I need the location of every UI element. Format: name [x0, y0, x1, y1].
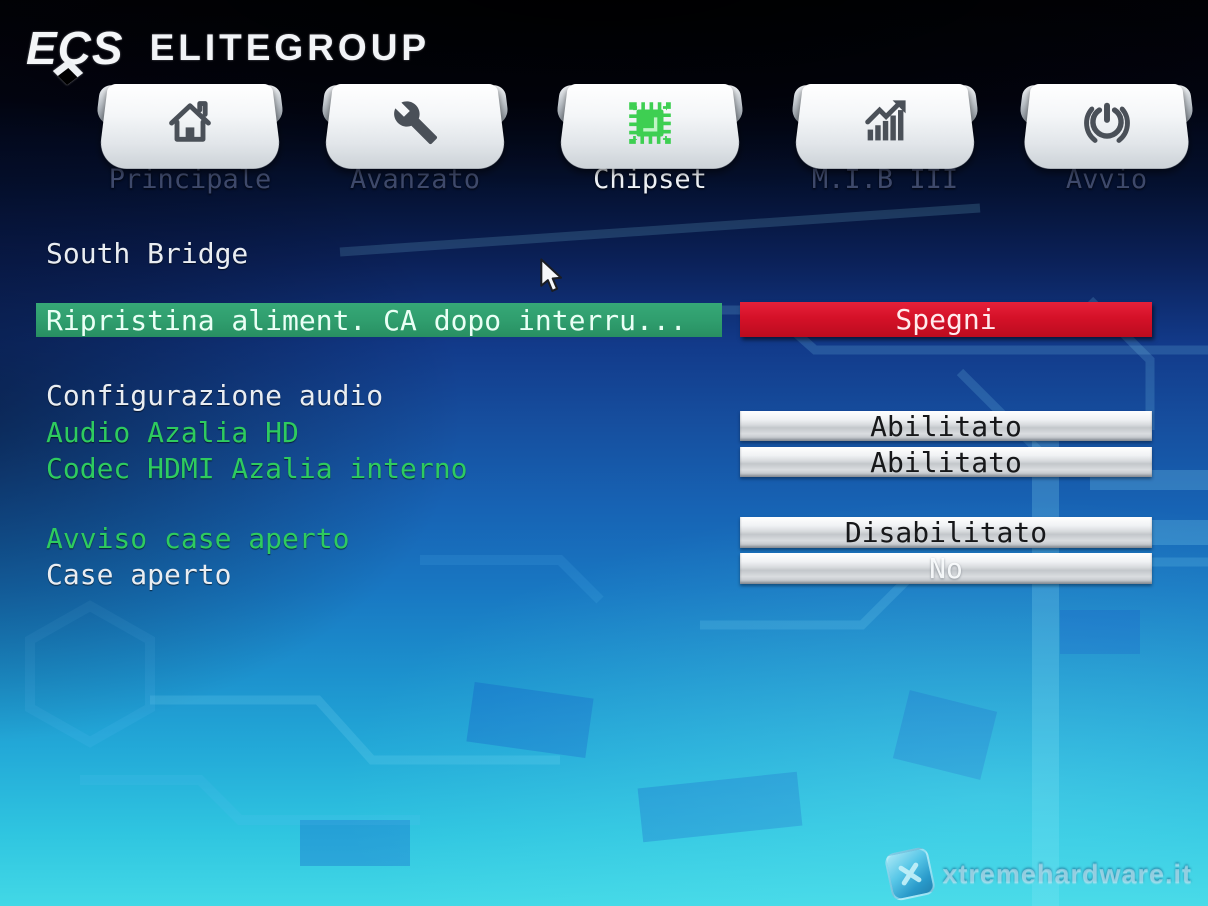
watermark-text: xtremehardware.it: [942, 859, 1192, 890]
watermark-x-icon: [884, 846, 937, 902]
wrench-icon: [389, 96, 441, 152]
home-icon: [164, 96, 216, 152]
setting-label-case-aperto: Case aperto: [46, 558, 231, 591]
setting-label-avviso-case[interactable]: Avviso case aperto: [46, 522, 349, 555]
selected-setting-label: Ripristina aliment. CA dopo interru...: [46, 304, 687, 337]
codec-hdmi-value-button[interactable]: Abilitato: [740, 447, 1152, 477]
mouse-cursor-icon: [538, 258, 568, 300]
tab-mib-iii[interactable]: M.I.B III: [790, 84, 980, 196]
tab-principale[interactable]: Principale: [95, 84, 285, 196]
selected-setting-value-button[interactable]: Spegni: [740, 302, 1152, 337]
avviso-case-value-button[interactable]: Disabilitato: [740, 517, 1152, 548]
power-icon: [1081, 96, 1133, 152]
chip-icon: [623, 96, 677, 154]
selected-setting-row[interactable]: Ripristina aliment. CA dopo interru...: [36, 303, 722, 337]
setting-label-audio-azalia[interactable]: Audio Azalia HD: [46, 416, 299, 449]
watermark: xtremehardware.it: [888, 850, 1192, 898]
case-aperto-value-button: No: [740, 553, 1152, 584]
tab-avvio[interactable]: Avvio: [1018, 84, 1195, 196]
audio-azalia-value-button[interactable]: Abilitato: [740, 411, 1152, 441]
section-title: South Bridge: [46, 237, 248, 270]
setting-label-codec-hdmi[interactable]: Codec HDMI Azalia interno: [46, 452, 467, 485]
tab-chipset[interactable]: Chipset: [555, 84, 745, 196]
tab-avanzato[interactable]: Avanzato: [320, 84, 510, 196]
bios-screen: ECS ELITEGROUP Principale: [0, 0, 1208, 906]
chart-icon: [859, 96, 911, 152]
brand-logo: ECS ELITEGROUP: [26, 18, 430, 78]
audio-group-title: Configurazione audio: [46, 379, 383, 412]
brand-name: ELITEGROUP: [150, 27, 431, 69]
